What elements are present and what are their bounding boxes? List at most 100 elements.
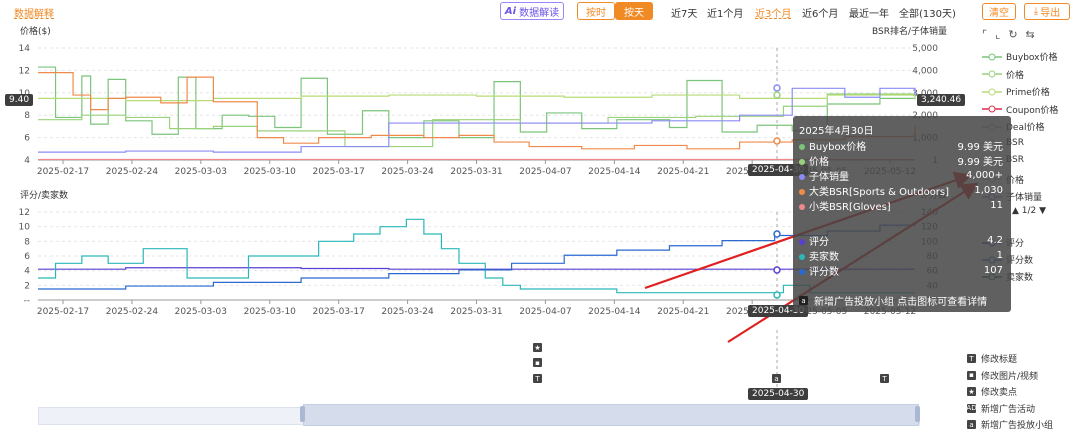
x-tick-label: 2025-02-17: [37, 167, 89, 177]
tooltip-row-label: Buybox价格: [799, 138, 866, 153]
tooltip-row-label: 大类BSR[Sports & Outdoors]: [799, 183, 949, 198]
y-tick-label: 8: [24, 237, 30, 247]
y2-tick-label: 5,000: [912, 44, 938, 54]
legend-item[interactable]: 价格: [982, 68, 1024, 81]
y-tick-label: 2: [24, 281, 30, 291]
left-price-label: 9.40: [5, 94, 34, 106]
event-legend-item[interactable]: ★ 修改卖点: [967, 385, 1017, 398]
series-line-0-2: [38, 94, 916, 102]
tooltip-row-label: 价格: [799, 153, 829, 168]
y-tick-label: 12: [19, 208, 30, 218]
tooltip-row-label: 评分数: [799, 263, 839, 278]
legend-label: Prime价格: [1006, 88, 1050, 98]
range-slider-handle-right[interactable]: [915, 406, 920, 422]
y2-axis-title-0: BSR排名/子体销量: [872, 25, 947, 37]
tooltip-row-value: 9.99 美元: [957, 157, 1003, 168]
star-event-icon[interactable]: ★: [533, 343, 542, 352]
event-legend-label: 新增广告活动: [981, 404, 1036, 415]
x-tick-label: 2025-02-17: [37, 307, 89, 317]
tooltip-row: 子体销量 4,000+: [799, 168, 1003, 183]
legend-page: 1/2: [1021, 206, 1037, 216]
y-axis-title-0: 价格($): [20, 25, 51, 37]
legend-item[interactable]: Prime价格: [982, 85, 1050, 98]
tooltip-row-value: 9.99 美元: [957, 142, 1003, 153]
y-tick-label: 4: [24, 267, 30, 277]
event-legend-label: 新增广告投放小组: [981, 421, 1054, 431]
highlight-point: [773, 137, 781, 145]
event-type-icon: ★: [967, 387, 976, 396]
legend-swatch-icon: [982, 105, 1002, 113]
x-tick-label: 2025-04-21: [657, 167, 709, 177]
x-tick-label: 2025-03-10: [244, 167, 297, 177]
next-page-icon[interactable]: ▼: [1036, 206, 1046, 216]
tooltip-row: 卖家数 1: [799, 248, 1003, 263]
x-tick-label: 2025-04-21: [657, 307, 709, 317]
x-tick-label: 2025-03-24: [381, 167, 434, 177]
prev-page-icon[interactable]: ▲: [1012, 206, 1022, 216]
tooltip-row: 评分 4.2: [799, 233, 1003, 248]
legend-pager[interactable]: ▲ 1/2 ▼: [1012, 206, 1046, 216]
series-line-0-1: [38, 93, 916, 148]
y-tick-label: 14: [19, 44, 31, 54]
legend-swatch-icon: [982, 88, 1002, 95]
range-slider-window[interactable]: [303, 404, 919, 426]
x-tick-label: 2025-04-07: [519, 307, 571, 317]
y-tick-label: --: [24, 296, 31, 306]
highlight-point: [773, 84, 781, 92]
legend-item[interactable]: Coupon价格: [982, 103, 1058, 116]
title-event-icon[interactable]: T: [533, 374, 542, 383]
event-type-icon: AD: [966, 403, 977, 413]
tooltip-row-label: 评分: [799, 233, 829, 248]
tooltip-row-label: 小类BSR[Gloves]: [799, 198, 891, 213]
tooltip-row: 小类BSR[Gloves] 11: [799, 198, 1003, 213]
ad-group-icon: a: [799, 296, 808, 305]
highlight-point: [773, 230, 781, 238]
x-tick-label: 2025-03-17: [313, 167, 365, 177]
tooltip-row: 大类BSR[Sports & Outdoors] 1,030: [799, 183, 1003, 198]
range-slider-handle-left[interactable]: [300, 406, 305, 422]
event-legend-label: 修改卖点: [981, 388, 1018, 398]
tooltip-row-label: 卖家数: [799, 248, 839, 263]
date-label-bottom: 2025-04-30: [748, 388, 809, 400]
highlight-point: [773, 266, 781, 274]
tooltip-row-label: 子体销量: [799, 168, 849, 183]
event-legend-item[interactable]: a 新增广告投放小组: [967, 418, 1053, 431]
x-tick-label: 2025-04-07: [519, 167, 571, 177]
image-event-icon[interactable]: ▪: [533, 358, 542, 367]
y-tick-label: 12: [19, 66, 30, 76]
adgroup-event-icon[interactable]: a: [772, 374, 781, 383]
legend-label: Buybox价格: [1006, 53, 1058, 63]
y-tick-label: 4: [24, 156, 30, 166]
x-tick-label: 2025-03-31: [450, 167, 502, 177]
y-tick-label: 10: [19, 223, 31, 233]
title-event-icon-2[interactable]: T: [880, 374, 889, 383]
event-legend-label: 修改图片/视频: [981, 371, 1039, 382]
tooltip: 2025年4月30日 Buybox价格 9.99 美元 价格 9.99 美元 子体销量 4…: [793, 116, 1011, 312]
event-legend-item[interactable]: ▪ 修改图片/视频: [967, 369, 1038, 382]
x-tick-label: 2025-03-24: [381, 307, 434, 317]
legend-label: 价格: [1006, 70, 1025, 81]
tooltip-row-value: 4.2: [987, 235, 1003, 246]
series-line-1-0: [38, 267, 915, 270]
y-tick-label: 6: [24, 252, 30, 262]
event-legend-item[interactable]: AD 新增广告活动: [966, 402, 1036, 415]
event-legend-item[interactable]: T 修改标题: [967, 352, 1017, 365]
legend-item[interactable]: Buybox价格: [982, 50, 1057, 63]
highlight-point: [773, 291, 781, 299]
tooltip-footer: a 新增广告投放小组 点击图标可查看详情: [799, 293, 1003, 308]
y-axis-title-1: 评分/卖家数: [20, 189, 68, 201]
event-legend-label: 修改标题: [981, 355, 1018, 365]
series-dot-icon: [799, 159, 805, 165]
y2-tick-label: 4,000: [912, 66, 938, 76]
event-type-icon: a: [967, 420, 976, 429]
legend-label: Coupon价格: [1006, 105, 1059, 116]
x-tick-label: 2025-02-24: [106, 307, 159, 317]
y-tick-label: 6: [24, 134, 30, 144]
series-dot-icon: [799, 254, 805, 260]
tooltip-row-value: 107: [983, 265, 1003, 276]
tooltip-row: 价格 9.99 美元: [799, 153, 1003, 168]
tooltip-row-value: 1,030: [974, 185, 1003, 196]
tooltip-row: 评分数 107: [799, 263, 1003, 278]
x-tick-label: 2025-04-14: [588, 307, 641, 317]
series-dot-icon: [799, 239, 805, 245]
